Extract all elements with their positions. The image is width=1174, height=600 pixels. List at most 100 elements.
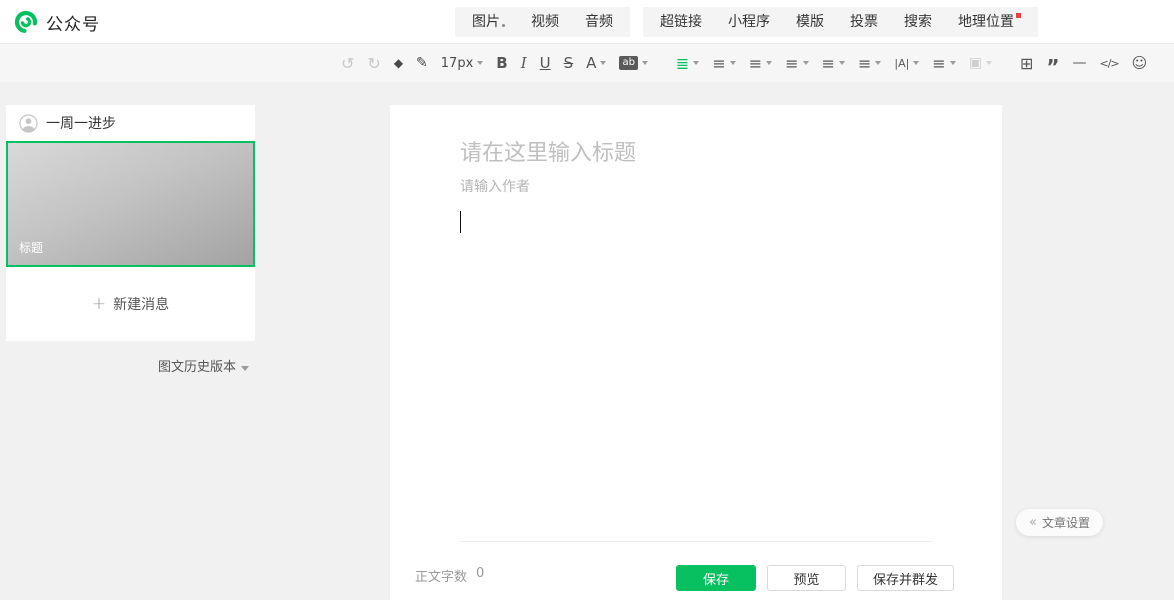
font-size-dropdown[interactable]: 17px xyxy=(435,50,490,76)
menu-item-hyperlink-label: 超链接 xyxy=(660,7,702,37)
menu-item-audio-label: 音频 xyxy=(585,7,613,37)
chevron-down-icon xyxy=(950,61,956,65)
formatting-toolbar-buttons: ↺ ↻ ◆ ✎ 17px B I U S A ab ≣ ≡ ≡ ≡ ≡ ≡ |A… xyxy=(335,50,1153,76)
menu-item-video-label: 视频 xyxy=(531,7,559,37)
horizontal-rule-button[interactable]: — xyxy=(1067,50,1093,76)
align-center-icon: ≡ xyxy=(749,54,762,73)
line-height-icon: ≡ xyxy=(785,54,798,73)
text-highlight-dropdown[interactable]: ab xyxy=(613,50,653,76)
menu-item-template[interactable]: 模版 xyxy=(783,7,837,37)
emoji-button[interactable]: ☺ xyxy=(1126,50,1154,76)
footer-buttons: 保存 预览 保存并群发 xyxy=(676,565,954,591)
redo-button[interactable]: ↻ xyxy=(361,50,386,76)
chevron-down-icon xyxy=(730,61,736,65)
emoji-icon: ☺ xyxy=(1132,54,1148,72)
indent-icon: ≡ xyxy=(858,54,871,73)
history-versions-label: 图文历史版本 xyxy=(158,360,236,375)
editor-content xyxy=(390,105,1002,391)
chevron-down-icon xyxy=(766,61,772,65)
align-center-dropdown[interactable]: ≡ xyxy=(743,50,778,76)
underline-button[interactable]: U xyxy=(534,50,557,76)
letter-spacing-dropdown[interactable]: |A| xyxy=(888,50,925,76)
chevron-down-icon xyxy=(600,61,606,65)
paragraph-spacing-dropdown[interactable]: ≡ xyxy=(816,50,851,76)
menu-item-hyperlink[interactable]: 超链接 xyxy=(647,7,715,37)
undo-button[interactable]: ↺ xyxy=(335,50,360,76)
word-count-label: 正文字数 xyxy=(415,566,467,585)
menu-item-audio[interactable]: 音频 xyxy=(572,7,626,37)
message-list-panel: 一周一进步 标题 + 新建消息 xyxy=(6,105,255,341)
author-input[interactable] xyxy=(460,179,932,195)
article-settings-toggle[interactable]: « 文章设置 xyxy=(1016,509,1103,536)
font-size-value: 17px xyxy=(441,56,474,71)
insert-code-button[interactable]: </> xyxy=(1094,50,1125,76)
bold-button[interactable]: B xyxy=(490,50,513,76)
article-card-title: 标题 xyxy=(19,239,43,256)
italic-button[interactable]: I xyxy=(515,50,533,76)
underline-icon: U xyxy=(540,54,551,72)
account-row: 一周一进步 xyxy=(6,105,255,141)
expand-panel-icon: « xyxy=(1029,515,1037,530)
history-versions-link[interactable]: 图文历史版本 xyxy=(6,356,255,375)
formatting-toolbar: ↺ ↻ ◆ ✎ 17px B I U S A ab ≣ ≡ ≡ ≡ ≡ ≡ |A… xyxy=(0,44,1174,82)
logo-text: 公众号 xyxy=(46,10,100,35)
format-painter-icon: ✎ xyxy=(416,55,428,71)
top-header: 公众号 图片 视频 音频 超链接 小程序 xyxy=(0,0,1174,44)
text-highlight-icon: ab xyxy=(619,56,637,70)
menu-item-search-label: 搜索 xyxy=(904,7,932,37)
format-tag-icon: ◆ xyxy=(394,56,403,70)
unordered-list-dropdown[interactable]: ≣ xyxy=(670,50,705,76)
editor-footer: 正文字数 0 保存 预览 保存并群发 xyxy=(390,542,1002,600)
indent-dropdown[interactable]: ≡ xyxy=(852,50,887,76)
menu-item-mini-program-label: 小程序 xyxy=(728,7,770,37)
preview-button[interactable]: 预览 xyxy=(767,565,846,591)
bold-icon: B xyxy=(496,54,507,72)
menu-item-image-label: 图片 xyxy=(472,7,500,37)
body-text-area[interactable] xyxy=(460,211,932,391)
unordered-list-icon: ≣ xyxy=(676,54,689,73)
image-align-dropdown[interactable]: ▣ xyxy=(963,50,998,76)
line-height-dropdown[interactable]: ≡ xyxy=(779,50,814,76)
italic-icon: I xyxy=(521,54,527,72)
chevron-down-icon xyxy=(241,366,249,371)
word-count-value: 0 xyxy=(476,566,484,585)
wechat-official-accounts-logo[interactable]: 公众号 xyxy=(14,0,100,44)
insert-table-button[interactable]: ⊞ xyxy=(1014,50,1039,76)
menu-item-search[interactable]: 搜索 xyxy=(891,7,945,37)
article-card-selected[interactable]: 标题 xyxy=(6,141,255,267)
plus-icon: + xyxy=(92,294,106,314)
strikethrough-icon: S xyxy=(564,54,574,72)
menu-item-mini-program[interactable]: 小程序 xyxy=(715,7,783,37)
menu-item-location[interactable]: 地理位置 xyxy=(945,7,1034,37)
image-align-icon: ▣ xyxy=(969,55,982,71)
menu-item-poll[interactable]: 投票 xyxy=(837,7,891,37)
title-input[interactable] xyxy=(460,141,932,166)
chevron-down-icon xyxy=(839,61,845,65)
menu-item-poll-label: 投票 xyxy=(850,7,878,37)
chevron-down-icon xyxy=(803,61,809,65)
account-name: 一周一进步 xyxy=(46,113,116,133)
menu-item-image[interactable]: 图片 xyxy=(459,7,518,37)
insert-tools-menu: 超链接 小程序 模版 投票 搜索 地理位置 xyxy=(643,7,1038,37)
blockquote-icon: ” xyxy=(1046,54,1059,72)
save-button[interactable]: 保存 xyxy=(676,565,756,591)
strikethrough-button[interactable]: S xyxy=(558,50,580,76)
menu-item-location-label: 地理位置 xyxy=(958,7,1014,37)
list-style-dropdown[interactable]: ≡ xyxy=(926,50,961,76)
article-settings-label: 文章设置 xyxy=(1042,514,1090,531)
format-tag-button[interactable]: ◆ xyxy=(388,50,409,76)
chevron-down-icon xyxy=(875,61,881,65)
new-message-label: 新建消息 xyxy=(113,294,169,314)
blockquote-button[interactable]: ” xyxy=(1040,50,1065,76)
menu-item-video[interactable]: 视频 xyxy=(518,7,572,37)
new-feature-badge xyxy=(1016,13,1021,18)
new-message-button[interactable]: + 新建消息 xyxy=(6,267,255,341)
format-painter-button[interactable]: ✎ xyxy=(410,50,434,76)
chevron-down-icon xyxy=(913,61,919,65)
article-editor-panel: 正文字数 0 保存 预览 保存并群发 xyxy=(390,105,1002,600)
dropdown-indicator-icon xyxy=(502,24,505,27)
align-left-dropdown[interactable]: ≡ xyxy=(706,50,741,76)
font-color-dropdown[interactable]: A xyxy=(580,50,612,76)
save-and-publish-button[interactable]: 保存并群发 xyxy=(857,565,954,591)
insert-media-menu: 图片 视频 音频 xyxy=(455,7,630,37)
